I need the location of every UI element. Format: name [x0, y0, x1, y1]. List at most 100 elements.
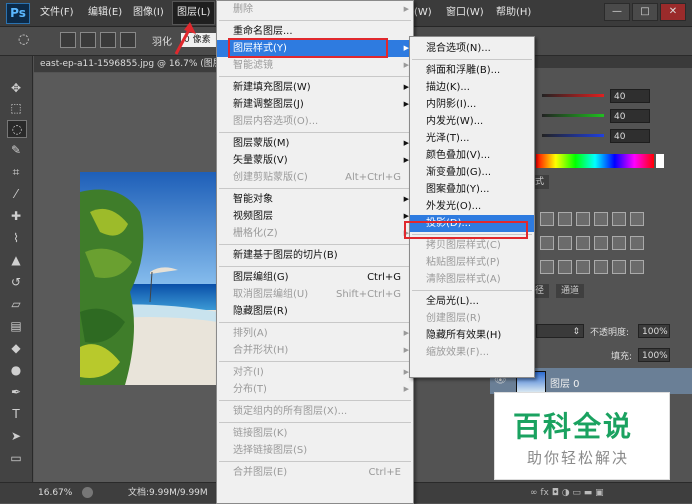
style-swatch-icon[interactable] — [612, 260, 626, 274]
eraser-tool-icon[interactable]: ▱ — [7, 296, 25, 312]
fill-input[interactable]: 100% — [638, 348, 670, 362]
menu-item[interactable]: 隐藏图层(R) — [217, 303, 413, 320]
menu-3d-partial[interactable]: (W) — [414, 0, 432, 26]
layer-name[interactable]: 图层 0 — [550, 375, 580, 390]
menu-item[interactable]: 描边(K)... — [410, 79, 534, 96]
type-tool-icon[interactable]: T — [7, 406, 25, 422]
menu-item-label: 链接图层(K) — [233, 428, 288, 439]
style-swatch-icon[interactable] — [540, 260, 554, 274]
menu-separator — [412, 59, 532, 60]
new-selection-icon[interactable] — [60, 32, 76, 48]
menu-item[interactable]: 视频图层 ▶ — [217, 208, 413, 225]
menu-item[interactable]: 图层蒙版(M) ▶ — [217, 135, 413, 152]
menu-window[interactable]: 窗口(W) — [446, 0, 484, 26]
color-ramp[interactable] — [536, 154, 654, 168]
style-swatch-icon[interactable] — [576, 260, 590, 274]
canvas-photo[interactable] — [80, 172, 218, 385]
menu-item[interactable]: 图案叠加(Y)... — [410, 181, 534, 198]
minimize-button[interactable]: — — [604, 3, 630, 21]
marquee-tool-icon[interactable]: ⬚ — [7, 100, 25, 116]
shape-tool-icon[interactable]: ▭ — [7, 450, 25, 466]
dodge-tool-icon[interactable]: ● — [7, 362, 25, 378]
maximize-button[interactable]: □ — [632, 3, 658, 21]
menu-item[interactable]: 外发光(O)... — [410, 198, 534, 215]
style-swatch-icon[interactable] — [630, 212, 644, 226]
style-swatch-icon[interactable] — [630, 236, 644, 250]
red-value-input[interactable]: 40 — [610, 89, 650, 103]
style-swatch-icon[interactable] — [594, 212, 608, 226]
menu-item[interactable]: 智能对象 ▶ — [217, 191, 413, 208]
gradient-tool-icon[interactable]: ▤ — [7, 318, 25, 334]
subtract-selection-icon[interactable] — [100, 32, 116, 48]
menu-item-label: 新建调整图层(J) — [233, 99, 304, 110]
red-slider[interactable] — [542, 94, 604, 97]
menu-item[interactable]: 隐藏所有效果(H) — [410, 327, 534, 344]
lasso-tool-icon[interactable]: ◌ — [7, 120, 27, 138]
blend-mode-select[interactable]: ⇕ — [536, 324, 584, 338]
stamp-tool-icon[interactable]: ▲ — [7, 252, 25, 268]
menu-item[interactable]: 新建基于图层的切片(B) — [217, 247, 413, 264]
add-selection-icon[interactable] — [80, 32, 96, 48]
chevron-down-icon: ⇕ — [572, 327, 580, 337]
path-select-icon[interactable]: ➤ — [7, 428, 25, 444]
menu-item[interactable]: 混合选项(N)... — [410, 40, 534, 57]
menu-item[interactable]: 矢量蒙版(V) ▶ — [217, 152, 413, 169]
annotation-box-drop-shadow — [404, 221, 528, 239]
healing-brush-icon[interactable]: ✚ — [7, 208, 25, 224]
style-swatch-icon[interactable] — [612, 236, 626, 250]
menu-edit[interactable]: 编辑(E) — [88, 0, 122, 26]
style-swatch-icon[interactable] — [540, 212, 554, 226]
menu-item[interactable]: 全局光(L)... — [410, 293, 534, 310]
blur-tool-icon[interactable]: ◆ — [7, 340, 25, 356]
menu-item[interactable]: 光泽(T)... — [410, 130, 534, 147]
style-swatch-icon[interactable] — [594, 260, 608, 274]
style-swatch-icon[interactable] — [612, 212, 626, 226]
blue-slider[interactable] — [542, 134, 604, 137]
zoom-level[interactable]: 16.67% — [38, 483, 72, 503]
layer-fx-icon[interactable]: ∞ fx ◘ ◑ ▭ ▬ ▣ — [530, 483, 604, 503]
document-tab[interactable]: east-ep-a11-1596855.jpg @ 16.7% (图层 0, R… — [34, 56, 222, 72]
lasso-tool-icon[interactable]: ◌ — [18, 32, 38, 48]
menu-item: 删除 ▶ — [217, 1, 413, 18]
close-button[interactable]: ✕ — [660, 3, 686, 21]
menu-item[interactable]: 斜面和浮雕(B)... — [410, 62, 534, 79]
quick-select-icon[interactable]: ✎ — [7, 142, 25, 158]
style-swatch-icon[interactable] — [558, 260, 572, 274]
style-swatch-icon[interactable] — [576, 212, 590, 226]
menu-item-label: 锁定组内的所有图层(X)... — [233, 406, 348, 417]
menu-item[interactable]: 图层编组(G) Ctrl+G — [217, 269, 413, 286]
opacity-input[interactable]: 100% — [638, 324, 670, 338]
menu-item-label: 新建填充图层(W) — [233, 82, 311, 93]
style-swatch-icon[interactable] — [594, 236, 608, 250]
style-swatch-icon[interactable] — [576, 236, 590, 250]
menu-item-label: 图层内容选项(O)... — [233, 116, 319, 127]
green-value-input[interactable]: 40 — [610, 109, 650, 123]
brush-tool-icon[interactable]: ⌇ — [7, 230, 25, 246]
menu-item[interactable]: 新建填充图层(W) ▶ — [217, 79, 413, 96]
history-brush-icon[interactable]: ↺ — [7, 274, 25, 290]
menu-item[interactable]: 颜色叠加(V)... — [410, 147, 534, 164]
move-tool-icon[interactable]: ✥ — [7, 80, 25, 96]
crop-tool-icon[interactable]: ⌗ — [7, 164, 25, 180]
beach-image — [80, 172, 218, 385]
status-info-icon[interactable] — [82, 487, 93, 498]
color-ramp-white[interactable] — [656, 154, 664, 168]
eyedropper-icon[interactable]: ⁄ — [7, 186, 25, 202]
style-swatch-icon[interactable] — [630, 260, 644, 274]
style-swatch-icon[interactable] — [558, 236, 572, 250]
intersect-selection-icon[interactable] — [120, 32, 136, 48]
menu-image[interactable]: 图像(I) — [133, 0, 164, 26]
menu-item[interactable]: 内阴影(I)... — [410, 96, 534, 113]
green-slider[interactable] — [542, 114, 604, 117]
pen-tool-icon[interactable]: ✒ — [7, 384, 25, 400]
menu-item[interactable]: 内发光(W)... — [410, 113, 534, 130]
style-swatch-icon[interactable] — [540, 236, 554, 250]
menu-item[interactable]: 渐变叠加(G)... — [410, 164, 534, 181]
menu-item: 图层内容选项(O)... — [217, 113, 413, 130]
menu-help[interactable]: 帮助(H) — [496, 0, 531, 26]
menu-item[interactable]: 新建调整图层(J) ▶ — [217, 96, 413, 113]
style-swatch-icon[interactable] — [558, 212, 572, 226]
menu-file[interactable]: 文件(F) — [40, 0, 74, 26]
tab-channels[interactable]: 通道 — [556, 284, 585, 298]
blue-value-input[interactable]: 40 — [610, 129, 650, 143]
